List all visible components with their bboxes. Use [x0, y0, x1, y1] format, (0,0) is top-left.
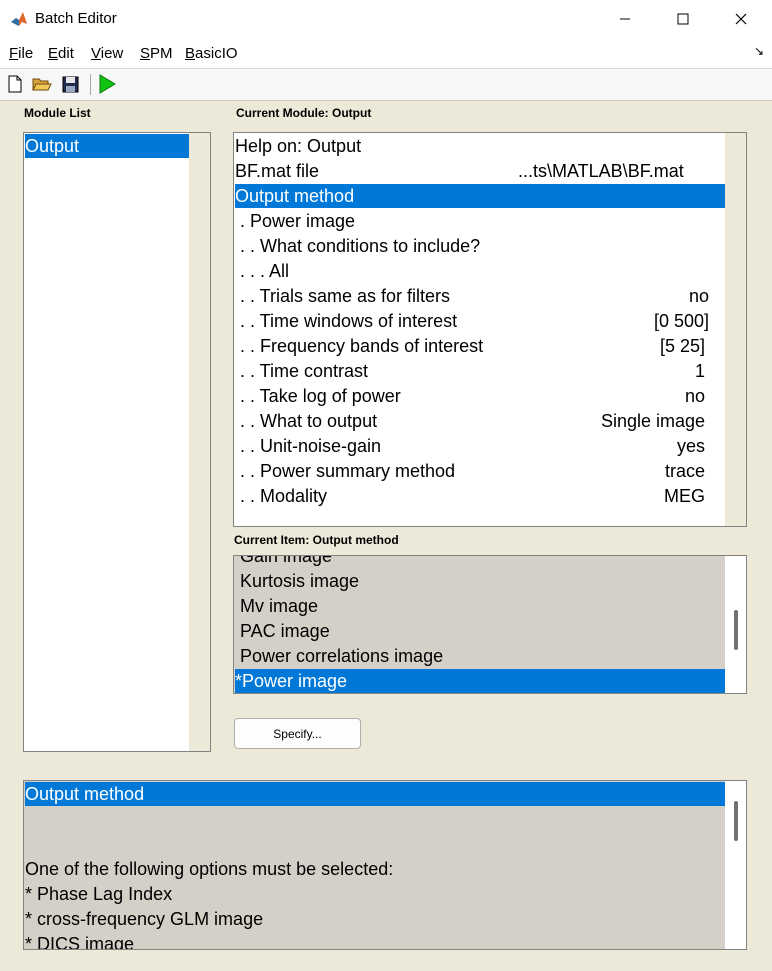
module-row[interactable]: . . Unit-noise-gain yes — [235, 434, 725, 458]
module-row[interactable]: . . . All — [235, 259, 725, 283]
specify-button[interactable]: Specify... — [234, 718, 361, 749]
module-row[interactable]: Help on: Output — [235, 134, 725, 158]
module-row[interactable]: . . What conditions to include? — [235, 234, 725, 258]
close-button[interactable] — [712, 0, 770, 38]
module-row[interactable]: . . Time windows of interest [0 500] — [235, 309, 725, 333]
help-title: Output method — [25, 782, 725, 806]
module-row[interactable]: . . Time contrast 1 — [235, 359, 725, 383]
module-row[interactable]: BF.mat file ...ts\MATLAB\BF.mat — [235, 159, 725, 183]
menu-bar: File Edit View SPM BasicIO ↘ — [0, 38, 772, 69]
current-item-scroll-thumb[interactable] — [734, 610, 738, 650]
help-line: * cross-frequency GLM image — [25, 909, 264, 929]
help-scrollbar[interactable] — [725, 781, 746, 949]
window-title: Batch Editor — [35, 10, 117, 27]
new-file-icon[interactable] — [4, 73, 26, 95]
module-row-selected[interactable]: Output method — [235, 184, 725, 208]
help-scroll-thumb[interactable] — [734, 801, 738, 841]
module-row[interactable]: . . Take log of power no — [235, 384, 725, 408]
current-module-label: Current Module: Output — [236, 106, 372, 120]
menu-basicio[interactable]: BasicIO — [185, 45, 238, 62]
menu-spm[interactable]: SPM — [140, 45, 173, 62]
help-panel[interactable]: Output method One of the following optio… — [23, 780, 747, 950]
item-option-selected[interactable]: *Power image — [235, 669, 725, 693]
help-line: * Phase Lag Index — [25, 884, 173, 904]
module-list-scrollbar[interactable] — [189, 133, 210, 751]
current-item-label: Current Item: Output method — [234, 533, 399, 547]
menu-view[interactable]: View — [91, 45, 123, 62]
module-row[interactable]: . . Frequency bands of interest [5 25] — [235, 334, 725, 358]
module-row[interactable]: . Power image — [235, 209, 725, 233]
module-row[interactable]: . . What to output Single image — [235, 409, 725, 433]
current-module-scrollbar[interactable] — [725, 133, 746, 526]
run-icon[interactable] — [96, 73, 118, 95]
current-module-list[interactable]: Help on: Output BF.mat file ...ts\MATLAB\… — [233, 132, 747, 527]
module-list[interactable]: Output — [23, 132, 211, 752]
help-line: * DICS image — [25, 934, 135, 950]
item-option[interactable]: Gain image — [235, 556, 725, 568]
help-line: One of the following options must be sel… — [25, 859, 394, 879]
open-folder-icon[interactable] — [31, 73, 53, 95]
toolbar-separator — [90, 74, 91, 95]
current-item-list[interactable]: Gain image Kurtosis image Mv image PAC i… — [233, 555, 747, 694]
maximize-button[interactable] — [654, 0, 712, 38]
current-item-scrollbar[interactable] — [725, 556, 746, 693]
menu-file[interactable]: File — [9, 45, 33, 62]
module-row[interactable]: . . Power summary method trace — [235, 459, 725, 483]
toolbar — [0, 69, 772, 101]
item-option[interactable]: Power correlations image — [235, 644, 725, 668]
help-line — [25, 832, 725, 856]
save-icon[interactable] — [59, 73, 81, 95]
module-list-item[interactable]: Output — [25, 134, 189, 158]
dock-arrow-icon[interactable]: ↘ — [754, 44, 764, 58]
item-option[interactable]: Kurtosis image — [235, 569, 725, 593]
minimize-button[interactable] — [596, 0, 654, 38]
module-list-label: Module List — [24, 106, 91, 120]
help-line — [25, 807, 725, 831]
module-row[interactable]: . . Modality MEG — [235, 484, 725, 508]
menu-edit[interactable]: Edit — [48, 45, 74, 62]
item-option[interactable]: PAC image — [235, 619, 725, 643]
title-bar: Batch Editor — [0, 0, 772, 38]
module-row[interactable]: . . Trials same as for filters no — [235, 284, 725, 308]
item-option[interactable]: Mv image — [235, 594, 725, 618]
matlab-icon — [10, 10, 28, 28]
